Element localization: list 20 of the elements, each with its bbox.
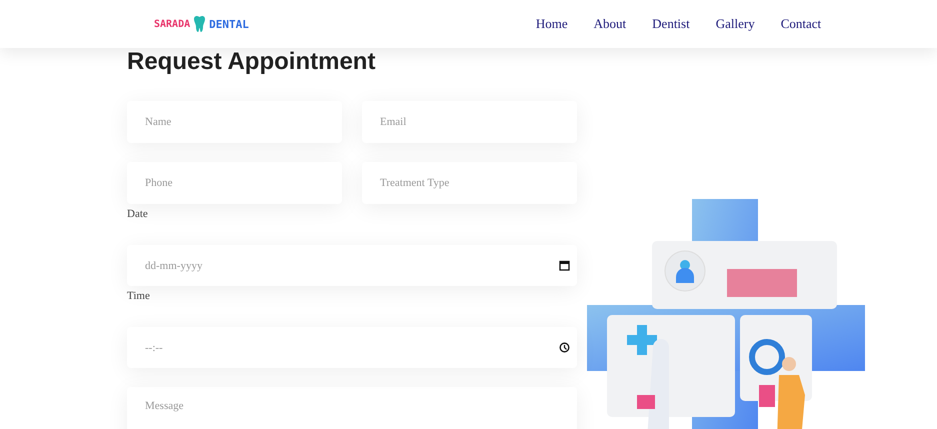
input-field[interactable]: Name — [127, 101, 342, 143]
message-field[interactable]: Message — [127, 387, 577, 429]
input-field[interactable]: Phone — [127, 162, 342, 204]
input-field[interactable]: Treatment Type — [362, 162, 577, 204]
nav-link[interactable]: Gallery — [716, 16, 755, 32]
calendar-icon[interactable] — [559, 260, 570, 271]
nav-link[interactable]: Contact — [780, 16, 822, 32]
time-field[interactable]: --:-- — [127, 327, 577, 368]
page-title: Request Appointment — [127, 49, 376, 75]
clock-icon[interactable] — [559, 342, 570, 353]
nav-link[interactable]: Dentist — [652, 16, 690, 32]
field-label: Time — [127, 290, 150, 302]
tooth-icon — [193, 15, 206, 33]
field-label: Date — [127, 208, 148, 220]
date-field[interactable]: dd-mm-yyyy — [127, 245, 577, 286]
nav-link[interactable]: Home — [536, 16, 568, 32]
logo-text: SARADA — [154, 18, 190, 30]
input-field[interactable]: Email — [362, 101, 577, 143]
logo-text: DENTAL — [209, 18, 249, 30]
nav-link[interactable]: About — [594, 16, 626, 32]
